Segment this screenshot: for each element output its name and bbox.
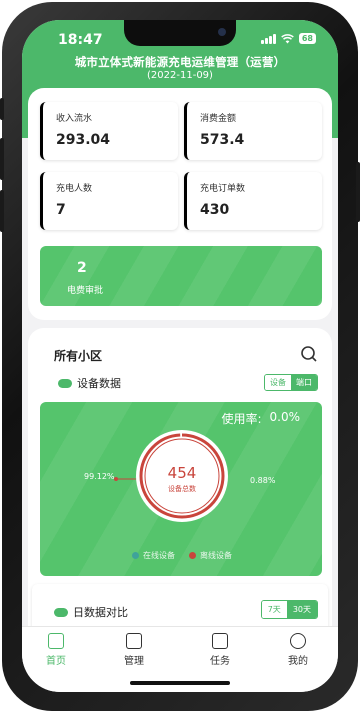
smile-icon	[290, 633, 306, 649]
tab-home-label: 首页	[46, 656, 66, 667]
monitor-icon	[126, 633, 142, 649]
tab-7-days[interactable]: 7天	[261, 601, 287, 618]
device-data-heading: 设备数据	[58, 375, 121, 391]
legend-online: 在线设备	[132, 550, 175, 561]
phone-frame: 18:47 68 城市立体式新能源充电运维管理（运营） (2022-11-09)	[0, 2, 360, 711]
offline-percentage: 99.12%	[84, 472, 115, 481]
tab-mine-label: 我的	[288, 656, 308, 667]
power-button	[356, 162, 360, 222]
device-total: 454	[167, 464, 197, 482]
cloud-icon	[58, 378, 72, 388]
status-time: 18:47	[58, 32, 103, 48]
tab-manage-label: 管理	[124, 656, 144, 667]
community-title: 所有小区	[54, 349, 103, 363]
front-camera	[218, 28, 226, 36]
page-date: (2022-11-09)	[147, 70, 213, 81]
stat-value: 430	[200, 202, 230, 218]
legend-offline-label: 离线设备	[200, 551, 232, 560]
signal-icon	[260, 33, 276, 44]
device-stats-card: 使用率: 0.0% 454 设备总数 99.12% 0.88% 在线设备 离线设…	[40, 402, 322, 576]
tab-tasks[interactable]: 任务	[190, 633, 250, 667]
app-screen: 18:47 68 城市立体式新能源充电运维管理（运营） (2022-11-09)	[22, 20, 338, 692]
offline-leader-line	[114, 477, 136, 481]
legend-online-dot	[132, 552, 139, 559]
bottom-tab-bar: 首页 管理 任务 我的	[22, 626, 338, 692]
legend-offline: 离线设备	[189, 550, 232, 561]
summary-panel: 收入流水 293.04 消费金额 573.4 充电人数 7 充电订单数 430 …	[28, 88, 332, 320]
tab-home[interactable]: 首页	[26, 633, 86, 667]
approval-count: 2	[77, 260, 87, 276]
stat-value: 7	[56, 202, 66, 218]
online-percentage: 0.88%	[250, 476, 276, 485]
device-total-label: 设备总数	[168, 485, 196, 493]
cloud-icon	[54, 607, 68, 617]
wifi-icon	[281, 33, 294, 43]
stat-card-income[interactable]: 收入流水 293.04	[40, 102, 178, 160]
stat-label: 充电人数	[56, 184, 93, 194]
stat-card-orders[interactable]: 充电订单数 430	[184, 172, 322, 230]
volume-down-button	[0, 190, 4, 232]
volume-up-button	[0, 138, 4, 180]
stat-value: 293.04	[56, 132, 111, 148]
home-indicator	[130, 681, 230, 685]
tab-manage[interactable]: 管理	[104, 633, 164, 667]
stat-card-spending[interactable]: 消费金额 573.4	[184, 102, 322, 160]
legend-online-label: 在线设备	[143, 551, 175, 560]
charger-icon	[48, 633, 64, 649]
daily-compare-label: 日数据对比	[73, 606, 128, 619]
usage-value: 0.0%	[269, 410, 301, 424]
chart-legend: 在线设备 离线设备	[132, 550, 232, 561]
tab-30-days[interactable]: 30天	[286, 601, 317, 618]
approval-label: 电费审批	[67, 286, 104, 296]
tab-tasks-label: 任务	[210, 656, 230, 667]
device-data-label: 设备数据	[77, 377, 121, 390]
battery-icon: 68	[298, 33, 316, 44]
usage-label: 使用率:	[221, 412, 262, 426]
stat-label: 充电订单数	[200, 184, 246, 194]
tab-port[interactable]: 端口	[291, 375, 317, 390]
usage-rate: 使用率: 0.0%	[221, 410, 300, 427]
stat-label: 收入流水	[56, 114, 93, 124]
range-toggle: 7天 30天	[260, 600, 318, 619]
stat-value: 573.4	[200, 132, 245, 148]
stat-card-chargers[interactable]: 充电人数 7	[40, 172, 178, 230]
status-icons: 68	[260, 33, 316, 44]
tab-mine[interactable]: 我的	[268, 633, 328, 667]
legend-offline-dot	[189, 552, 196, 559]
search-icon[interactable]	[300, 345, 318, 363]
approval-card[interactable]: 2 电费审批	[40, 246, 322, 306]
page-title: 城市立体式新能源充电运维管理（运营）	[74, 55, 286, 69]
daily-compare-heading: 日数据对比	[54, 604, 128, 620]
tab-device[interactable]: 设备	[265, 375, 291, 390]
stat-label: 消费金额	[200, 114, 237, 124]
task-card-icon	[212, 633, 228, 649]
device-port-toggle: 设备 端口	[264, 374, 318, 391]
silent-switch	[0, 98, 4, 120]
